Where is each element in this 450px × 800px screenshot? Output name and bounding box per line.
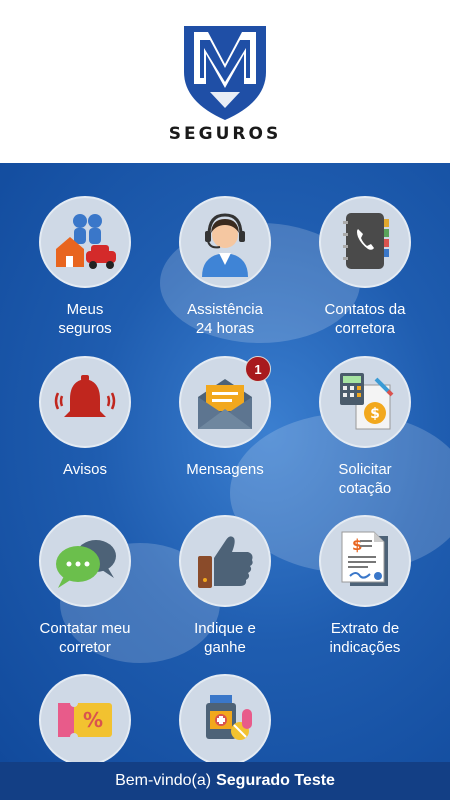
chat-bubbles-icon xyxy=(56,540,116,588)
svg-text:%: % xyxy=(83,708,103,732)
welcome-bar: Bem-vindo(a) Segurado Teste xyxy=(0,762,450,800)
tile-label: Assistência 24 horas xyxy=(187,301,263,337)
tile-label: Mensagens xyxy=(186,461,264,478)
tile-icon-circle: % xyxy=(39,674,131,762)
bell-icon xyxy=(54,375,116,417)
tile-label: Extrato de indicações xyxy=(329,620,401,656)
tile-icon-circle xyxy=(319,196,411,288)
tile-avisos[interactable]: Avisos xyxy=(10,356,160,479)
tile-meus-seguros[interactable]: Meus seguros xyxy=(10,196,160,338)
discount-ticket-icon: % xyxy=(58,699,112,741)
menu-area: Meus seguros Assistência 24 horas Contat… xyxy=(0,163,450,762)
tile-mensagens[interactable]: 1 Mensagens xyxy=(150,356,300,479)
tile-icon-circle xyxy=(179,674,271,762)
tile-icon-circle: $ xyxy=(319,515,411,607)
svg-text:$: $ xyxy=(370,406,380,422)
tile-extrato-indicacoes[interactable]: $ Extrato de indicações xyxy=(290,515,440,657)
tile-icon-circle xyxy=(39,196,131,288)
tile-label: Contatos da corretora xyxy=(324,301,406,337)
medicine-icon xyxy=(206,695,252,740)
tile-icon-circle xyxy=(39,356,131,448)
tile-icon-circle: 1 xyxy=(179,356,271,448)
user-name: Segurado Teste xyxy=(216,772,335,789)
tile-icon-circle: $ xyxy=(319,356,411,448)
tile-icon-circle xyxy=(179,196,271,288)
tile-indique-ganhe[interactable]: Indique e ganhe xyxy=(150,515,300,657)
tile-icon-circle xyxy=(179,515,271,607)
tile-solicitar-cotacao[interactable]: $ Solicitar cotação xyxy=(290,356,440,498)
brand-name: SEGUROS xyxy=(168,124,282,144)
tile-label: Indique e ganhe xyxy=(194,620,256,656)
tile-assistencia[interactable]: Assistência 24 horas xyxy=(150,196,300,338)
app-header: SEGUROS xyxy=(0,0,450,163)
phone-book-icon xyxy=(343,213,389,269)
family-house-car-icon xyxy=(56,214,116,269)
tile-label: Meus seguros xyxy=(58,301,112,337)
notification-badge: 1 xyxy=(245,356,271,382)
logo-shield-icon xyxy=(184,26,266,120)
tile-discount[interactable]: % xyxy=(10,674,160,762)
tile-icon-circle xyxy=(39,515,131,607)
calculator-money-icon: $ xyxy=(340,373,394,430)
tile-label: Solicitar cotação xyxy=(338,461,392,497)
thumbs-up-icon xyxy=(198,536,253,588)
tile-contatos[interactable]: Contatos da corretora xyxy=(290,196,440,338)
tile-medicine[interactable] xyxy=(150,674,300,762)
welcome-greeting: Bem-vindo(a) xyxy=(115,772,212,789)
statement-document-icon: $ xyxy=(341,531,388,586)
tile-contatar-corretor[interactable]: Contatar meu corretor xyxy=(10,515,160,657)
tile-label: Avisos xyxy=(63,461,107,478)
tile-label: Contatar meu corretor xyxy=(39,620,131,656)
support-agent-icon xyxy=(202,213,248,277)
